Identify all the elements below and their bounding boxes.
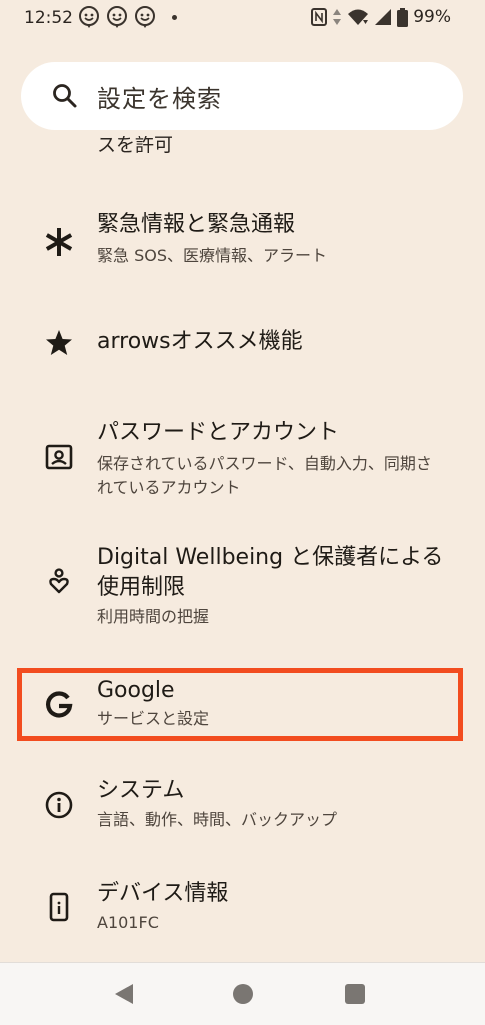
clipped-setting-item[interactable]: スを許可 [0,136,485,162]
battery-icon [397,7,409,27]
home-icon[interactable] [233,984,253,1004]
setting-item-title: パスワードとアカウント [97,420,340,445]
navigation-bar [0,962,485,1025]
system-status-icons: 99% [311,7,451,27]
notification-icons [78,6,177,28]
nfc-icon [311,8,328,26]
setting-item-subtitle: 緊急 SOS、医療情報、アラート [97,246,327,265]
info-icon [45,791,73,819]
wellbeing-icon [49,568,69,594]
account-box-icon [45,444,73,470]
setting-item-title: システム [97,778,185,803]
setting-item-system[interactable]: システム 言語、動作、時間、バックアップ [0,772,485,842]
wifi-icon [348,9,369,25]
face-notification-icon [107,6,127,28]
highlight-box [17,668,463,741]
setting-item-title: arrowsオススメ機能 [97,329,303,354]
signal-icon [375,9,392,25]
setting-item-subtitle: 言語、動作、時間、バックアップ [97,810,338,829]
setting-item-subtitle: 利用時間の把握 [97,607,210,626]
clipped-item-text: スを許可 [97,136,174,156]
setting-item-passwords-accounts[interactable]: パスワードとアカウント 保存されているパスワード、自動入力、同期されているアカウ… [0,410,485,514]
search-placeholder: 設定を検索 [97,85,222,113]
setting-item-emergency[interactable]: 緊急情報と緊急通報 緊急 SOS、医療情報、アラート [0,200,485,290]
setting-item-subtitle: A101FC [97,913,159,932]
battery-percentage: 99% [413,7,451,27]
search-icon [53,84,77,108]
face-notification-icon [79,6,99,28]
phone-info-icon [49,892,69,922]
setting-item-arrows-features[interactable]: arrowsオススメ機能 [0,310,485,376]
asterisk-icon [45,228,73,256]
setting-item-title: Digital Wellbeing と保護者による使用制限 [97,545,444,600]
setting-item-title: デバイス情報 [97,881,229,906]
setting-item-digital-wellbeing[interactable]: Digital Wellbeing と保護者による使用制限 利用時間の把握 [0,540,485,640]
more-notifications-dot [172,14,177,20]
recents-icon[interactable] [345,984,365,1004]
status-time: 12:52 [24,8,73,28]
back-icon[interactable] [113,983,135,1005]
setting-item-device-info[interactable]: デバイス情報 A101FC [0,875,485,945]
star-icon [46,330,72,355]
data-arrows-icon [333,9,342,25]
setting-item-title: 緊急情報と緊急通報 [97,212,296,237]
face-notification-icon [135,6,155,28]
status-bar: 12:52 99% [0,0,485,40]
search-bar[interactable]: 設定を検索 [21,62,463,130]
setting-item-subtitle: 保存されているパスワード、自動入力、同期されているアカウント [97,454,432,497]
